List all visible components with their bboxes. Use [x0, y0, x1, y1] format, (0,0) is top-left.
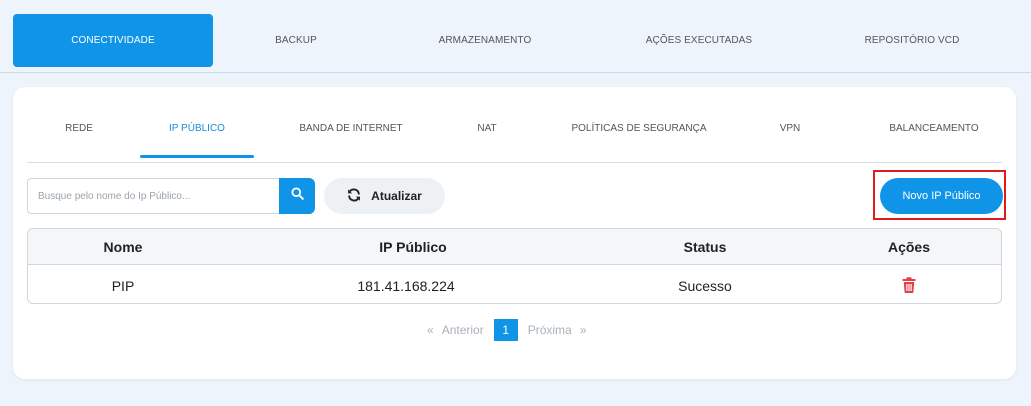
subtab-nat[interactable]: NAT: [457, 114, 517, 162]
subtab-balanceamento[interactable]: BALANCEAMENTO: [867, 114, 1001, 162]
new-ip-publico-button[interactable]: Novo IP Público: [880, 178, 1003, 214]
tab-conectividade[interactable]: CONECTIVIDADE: [13, 14, 213, 67]
search-icon: [290, 187, 304, 205]
ip-table: Nome IP Público Status Ações PIP 181.41.…: [27, 228, 1002, 304]
col-header-status: Status: [683, 239, 727, 255]
subtab-banda-de-internet[interactable]: BANDA DE INTERNET: [283, 114, 419, 162]
tab-acoes-executadas[interactable]: AÇÕES EXECUTADAS: [591, 14, 807, 67]
refresh-icon: [347, 188, 361, 205]
cell-nome: PIP: [111, 278, 135, 294]
refresh-button[interactable]: Atualizar: [324, 178, 445, 214]
pagination-page-1[interactable]: 1: [493, 319, 518, 341]
tab-armazenamento[interactable]: ARMAZENAMENTO: [379, 14, 591, 67]
table-header: Nome IP Público Status Ações: [28, 229, 1001, 265]
subtab-rede[interactable]: REDE: [41, 114, 117, 162]
col-header-acoes: Ações: [887, 239, 931, 255]
search-group: [27, 178, 315, 214]
search-button[interactable]: [279, 178, 315, 214]
pagination-next[interactable]: Próxima: [528, 323, 572, 337]
pagination-next-arrow[interactable]: »: [580, 323, 587, 337]
pagination-prev-arrow[interactable]: «: [427, 323, 434, 337]
pagination-prev[interactable]: Anterior: [442, 323, 484, 337]
cell-status: Sucesso: [678, 278, 732, 294]
pagination: « Anterior 1 Próxima »: [427, 319, 586, 341]
top-tab-bar: CONECTIVIDADE BACKUP ARMAZENAMENTO AÇÕES…: [0, 0, 1031, 73]
col-header-nome: Nome: [103, 239, 143, 255]
subtab-vpn[interactable]: VPN: [760, 114, 820, 162]
tab-backup[interactable]: BACKUP: [213, 14, 379, 67]
refresh-label: Atualizar: [371, 189, 422, 203]
trash-icon[interactable]: [902, 277, 916, 293]
new-ip-button-highlight: Novo IP Público: [873, 170, 1006, 220]
subtab-ip-publico[interactable]: IP PÚBLICO: [140, 114, 254, 162]
sub-tab-bar: REDE IP PÚBLICO BANDA DE INTERNET NAT PO…: [27, 114, 1002, 163]
content-card: REDE IP PÚBLICO BANDA DE INTERNET NAT PO…: [13, 87, 1016, 379]
tab-repositorio-vcd[interactable]: REPOSITÓRIO VCD: [807, 14, 1017, 67]
search-input[interactable]: [27, 178, 279, 214]
subtab-politicas-de-seguranca[interactable]: POLÍTICAS DE SEGURANÇA: [557, 114, 721, 162]
col-header-ip-publico: IP Público: [379, 239, 447, 255]
cell-ip: 181.41.168.224: [357, 278, 455, 294]
